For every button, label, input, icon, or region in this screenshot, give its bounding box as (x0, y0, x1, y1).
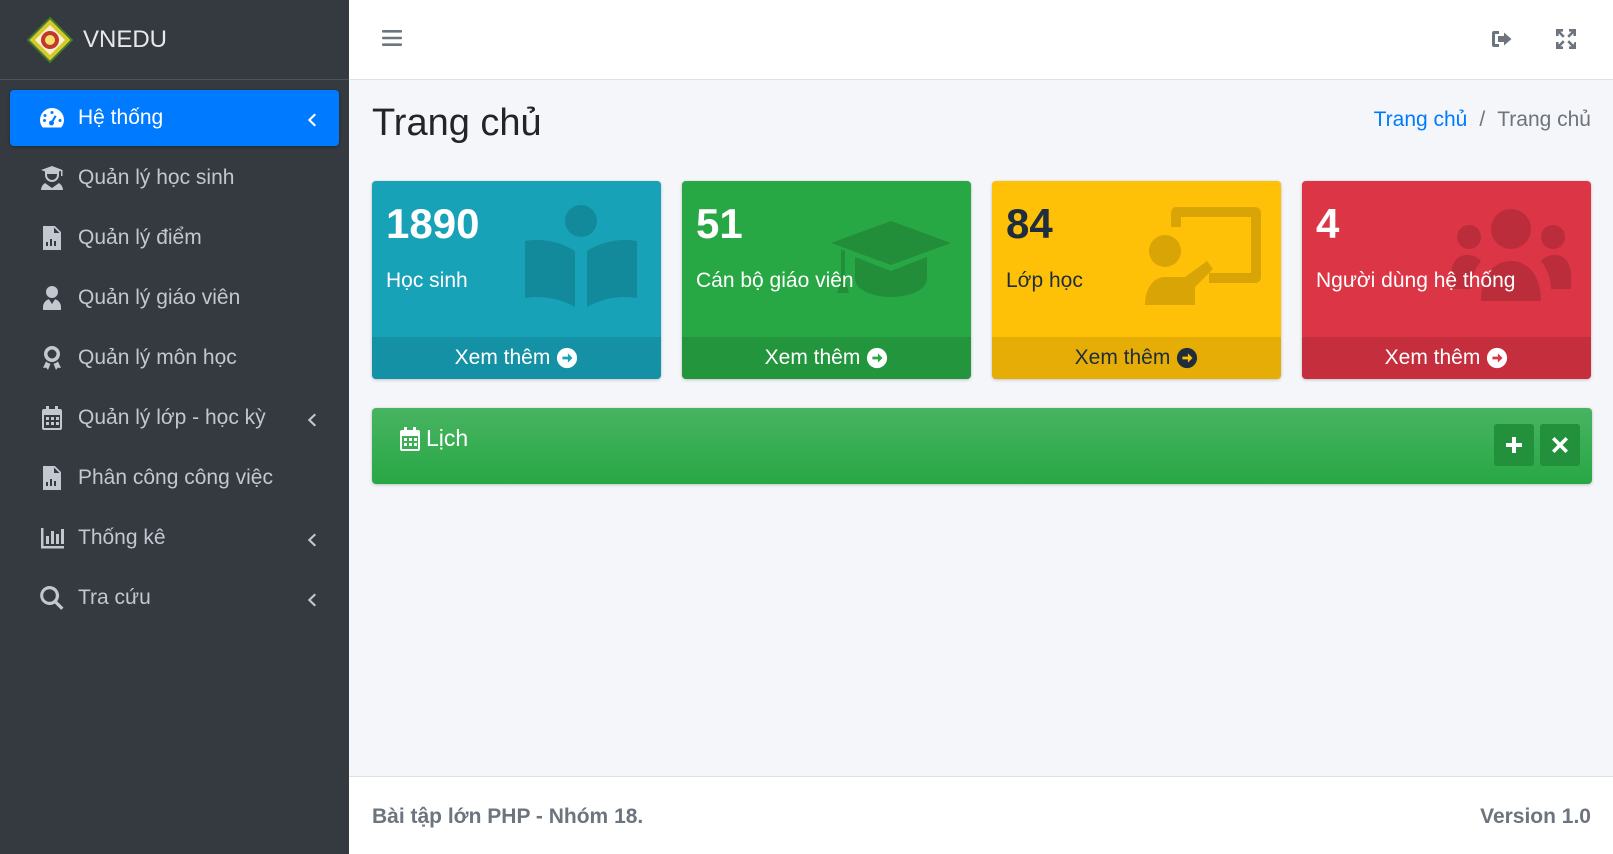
stat-label: Cán bộ giáo viên (696, 269, 854, 292)
sidebar-item-label: Quản lý học sinh (78, 166, 235, 189)
sidebar-item-label: Quản lý môn học (78, 346, 237, 369)
sidebar-item-quan-ly-lop-hoc-ky[interactable]: Quản lý lớp - học kỳ (10, 390, 339, 446)
student-icon (38, 164, 66, 192)
footer-version: Version 1.0 (1480, 805, 1591, 828)
sidebar-item-label: Thống kê (78, 526, 166, 549)
sidebar-item-quan-ly-mon-hoc[interactable]: Quản lý môn học (10, 330, 339, 386)
book-open-icon (521, 205, 641, 309)
graduation-cap-icon (831, 205, 951, 309)
sidebar-item-quan-ly-diem[interactable]: Quản lý điểm (10, 210, 339, 266)
page-title: Trang chủ (372, 102, 542, 144)
stat-box-lop-hoc: 84 Lớp học Xem thêm (992, 181, 1281, 379)
search-icon (38, 584, 66, 612)
calendar-close-button[interactable] (1540, 424, 1580, 466)
users-icon (1451, 205, 1571, 309)
stat-more-label: Xem thêm (764, 346, 861, 369)
sidebar-item-phan-cong-cong-viec[interactable]: Phân công công việc (10, 450, 339, 506)
sidebar-item-quan-ly-giao-vien[interactable]: Quản lý giáo viên (10, 270, 339, 326)
main-footer: Bài tập lớn PHP - Nhóm 18. Version 1.0 (349, 776, 1613, 854)
sidebar-nav: Hệ thống Quản lý học sinh Quản lý điểm Q… (0, 80, 349, 626)
arrow-circle-right-icon (866, 347, 888, 369)
stat-more-link[interactable]: Xem thêm (1302, 337, 1591, 379)
top-navbar (349, 0, 1613, 80)
calendar-icon (38, 404, 66, 432)
stat-box-nguoi-dung-he-thong: 4 Người dùng hệ thống Xem thêm (1302, 181, 1591, 379)
calendar-card: Lịch (372, 408, 1592, 484)
arrow-circle-right-icon (556, 347, 578, 369)
sidebar-item-tra-cuu[interactable]: Tra cứu (10, 570, 339, 626)
stat-more-link[interactable]: Xem thêm (372, 337, 661, 379)
sidebar-item-quan-ly-hoc-sinh[interactable]: Quản lý học sinh (10, 150, 339, 206)
chevron-left-icon (305, 410, 317, 426)
sidebar-item-label: Quản lý giáo viên (78, 286, 241, 309)
stat-box-can-bo-giao-vien: 51 Cán bộ giáo viên Xem thêm (682, 181, 971, 379)
stat-more-link[interactable]: Xem thêm (992, 337, 1281, 379)
sidebar-item-he-thong[interactable]: Hệ thống (10, 90, 339, 146)
sidebar-item-thong-ke[interactable]: Thống kê (10, 510, 339, 566)
sidebar: VNEDU Hệ thống Quản lý học sinh Quản lý … (0, 0, 349, 854)
brand-link[interactable]: VNEDU (0, 0, 349, 80)
hamburger-icon[interactable] (382, 28, 402, 48)
chevron-left-icon (305, 590, 317, 606)
teacher-icon (38, 284, 66, 312)
brand-name: VNEDU (83, 25, 168, 53)
arrow-circle-right-icon (1176, 347, 1198, 369)
arrow-circle-right-icon (1486, 347, 1508, 369)
chevron-left-icon (305, 530, 317, 546)
bar-chart-icon (38, 524, 66, 552)
stat-box-hoc-sinh: 1890 Học sinh Xem thêm (372, 181, 661, 379)
stat-more-label: Xem thêm (1074, 346, 1171, 369)
sidebar-item-label: Hệ thống (78, 106, 164, 129)
file-chart-icon (38, 224, 66, 252)
calendar-add-button[interactable] (1494, 424, 1534, 466)
dashboard-icon (38, 104, 66, 132)
expand-icon[interactable] (1554, 27, 1578, 51)
chalkboard-teacher-icon (1141, 205, 1261, 309)
award-icon (38, 344, 66, 372)
calendar-title-label: Lịch (426, 425, 469, 451)
breadcrumb: Trang chủ / Trang chủ (1374, 108, 1591, 132)
breadcrumb-current: Trang chủ (1497, 108, 1591, 131)
close-icon (1551, 436, 1569, 454)
stat-label: Người dùng hệ thống (1316, 269, 1516, 292)
vnedu-logo-icon (26, 16, 74, 64)
stat-label: Lớp học (1006, 269, 1083, 292)
sign-out-icon[interactable] (1490, 27, 1514, 51)
breadcrumb-separator: / (1479, 108, 1486, 131)
sidebar-item-label: Tra cứu (78, 586, 151, 609)
stat-more-label: Xem thêm (1384, 346, 1481, 369)
sidebar-item-label: Quản lý điểm (78, 226, 202, 249)
stat-label: Học sinh (386, 269, 468, 292)
plus-icon (1505, 436, 1523, 454)
sidebar-item-label: Phân công công việc (78, 466, 273, 489)
stat-more-label: Xem thêm (454, 346, 551, 369)
chevron-left-icon (305, 110, 317, 126)
calendar-card-title: Lịch (398, 425, 468, 452)
breadcrumb-home-link[interactable]: Trang chủ (1374, 108, 1468, 132)
calendar-icon (398, 426, 422, 452)
sidebar-item-label: Quản lý lớp - học kỳ (78, 406, 266, 429)
file-chart-icon (38, 464, 66, 492)
stat-more-link[interactable]: Xem thêm (682, 337, 971, 379)
footer-credit: Bài tập lớn PHP - Nhóm 18. (372, 805, 644, 828)
